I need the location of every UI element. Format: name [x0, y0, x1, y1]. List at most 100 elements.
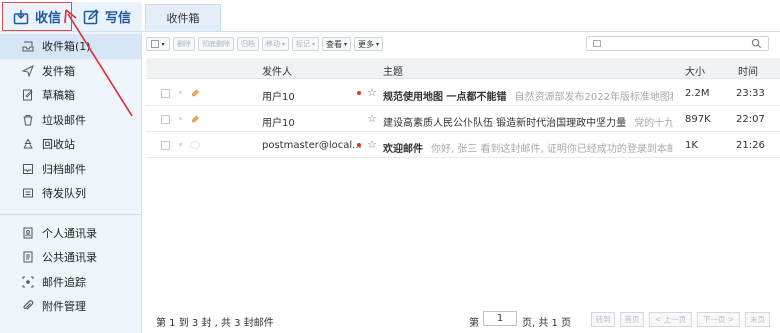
more-label: 更多	[358, 39, 375, 49]
sidebar-item-spam[interactable]: 垃圾邮件	[0, 108, 141, 133]
row-time: 23:33	[736, 88, 765, 99]
move-dropdown[interactable]: 移动 ▾	[262, 37, 290, 51]
sidebar-item-public-contacts[interactable]: 公共通讯录	[0, 245, 141, 270]
flag-icon[interactable]	[179, 91, 182, 94]
compose-label: 写信	[104, 11, 131, 26]
sidebar-item-label: 邮件追踪	[42, 275, 86, 289]
star-icon[interactable]: ☆	[367, 138, 377, 151]
first-page-button[interactable]: 首页	[620, 312, 644, 327]
download-icon	[13, 9, 29, 24]
draft-icon	[21, 88, 35, 102]
row-subject-title: 欢迎邮件	[383, 144, 423, 155]
no-attachment-icon	[190, 141, 200, 149]
sidebar-item-label: 归档邮件	[42, 162, 86, 176]
row-subject: 规范使用地图 一点都不能错自然资源部发布2022年版标准地图和参...	[383, 88, 673, 103]
mail-table-header: 发件人 主题 大小 时间	[146, 58, 780, 79]
page-number-input[interactable]: 1	[483, 311, 517, 326]
archive-button[interactable]: 归档	[237, 37, 259, 51]
star-icon[interactable]: ☆	[367, 86, 377, 99]
sidebar-item-label: 附件管理	[42, 300, 86, 314]
page-prefix: 第	[469, 318, 479, 329]
attachment-icon	[192, 115, 200, 123]
row-subject: 建设高素质人民公仆队伍 锻造新时代治国理政中坚力量党的十九大...	[383, 114, 673, 129]
sender-column-header[interactable]: 发件人	[262, 63, 292, 78]
receive-label: 收信	[34, 11, 61, 26]
sidebar-item-label: 收件箱(1)	[42, 40, 91, 54]
sidebar-item-recycle[interactable]: 回收站	[0, 132, 141, 157]
permanent-delete-button[interactable]: 彻底删除	[198, 37, 234, 51]
sidebar-item-label: 回收站	[42, 138, 75, 152]
receive-mail-button[interactable]: 收信	[2, 2, 72, 31]
search-type-icon	[593, 40, 601, 47]
sidebar-item-inbox[interactable]: 收件箱(1)	[0, 34, 141, 59]
tab-inbox-label: 收件箱	[166, 12, 200, 25]
tab-inbox[interactable]: 收件箱	[145, 4, 221, 31]
time-column-header[interactable]: 时间	[738, 63, 758, 78]
sidebar-item-personal-contacts[interactable]: 个人通讯录	[0, 221, 141, 246]
row-preview: 党的十九大...	[634, 118, 673, 129]
sidebar-item-archive[interactable]: 归档邮件	[0, 157, 141, 182]
star-icon[interactable]: ☆	[367, 112, 377, 125]
unread-dot	[357, 91, 361, 95]
sidebar-item-label: 个人通讯录	[42, 226, 97, 240]
sidebar-item-attachments[interactable]: 附件管理	[0, 294, 141, 319]
sidebar: 收件箱(1) 发件箱 草稿箱 垃圾邮件 回收站 归档邮件 待发队列 个人通讯录 …	[0, 32, 142, 333]
sidebar-item-label: 垃圾邮件	[42, 113, 86, 127]
flag-icon[interactable]	[179, 143, 182, 146]
sidebar-item-drafts[interactable]: 草稿箱	[0, 83, 141, 108]
row-checkbox[interactable]	[161, 89, 170, 98]
archive-icon	[21, 162, 35, 176]
go-button[interactable]: 转到	[591, 312, 615, 327]
flag-icon[interactable]	[179, 117, 182, 120]
sidebar-item-label: 待发队列	[42, 187, 86, 201]
mark-dropdown[interactable]: 标记 ▾	[292, 37, 320, 51]
prev-page-button[interactable]: < 上一页	[649, 312, 692, 327]
page-total: 页, 共 1 页	[522, 318, 572, 329]
inbox-icon	[21, 39, 35, 53]
more-dropdown[interactable]: 更多 ▾	[354, 37, 384, 51]
sidebar-item-label: 公共通讯录	[42, 251, 97, 265]
table-row[interactable]: 用户10 ☆ 规范使用地图 一点都不能错自然资源部发布2022年版标准地图和参.…	[146, 80, 780, 106]
pagination-bar: 第 1 到 3 封 , 共 3 封邮件 第 1 页, 共 1 页 转到 首页 <…	[146, 311, 780, 329]
row-preview: 自然资源部发布2022年版标准地图和参...	[514, 92, 673, 103]
edit-icon	[83, 8, 99, 24]
public-contacts-icon	[21, 250, 35, 264]
row-sender: postmaster@local...	[262, 140, 362, 151]
subject-column-header[interactable]: 主题	[383, 63, 403, 78]
compose-button[interactable]: 写信	[72, 2, 142, 31]
row-preview: 你好, 张三 看到这封邮件, 证明你已经成功的登录到本邮...	[431, 144, 673, 155]
move-label: 移动	[266, 40, 280, 48]
mark-label: 标记	[296, 40, 311, 48]
row-checkbox[interactable]	[161, 141, 170, 150]
view-label: 查看	[326, 39, 343, 49]
table-row[interactable]: 用户10 ☆ 建设高素质人民公仆队伍 锻造新时代治国理政中坚力量党的十九大...…	[146, 106, 780, 132]
size-column-header[interactable]: 大小	[685, 63, 705, 78]
table-row[interactable]: postmaster@local... ☆ 欢迎邮件 你好, 张三 看到这封邮件,…	[146, 132, 780, 158]
trash-icon	[21, 113, 35, 127]
attachment-icon	[192, 89, 200, 97]
row-time: 21:26	[736, 140, 765, 151]
mail-count-summary: 第 1 到 3 封 , 共 3 封邮件	[156, 318, 274, 329]
recycle-icon	[21, 137, 35, 151]
row-time: 22:07	[736, 114, 765, 125]
sidebar-item-queue[interactable]: 待发队列	[0, 181, 141, 206]
last-page-button[interactable]: 末页	[745, 312, 770, 327]
row-checkbox[interactable]	[161, 115, 170, 124]
search-icon[interactable]	[751, 38, 762, 49]
top-bar: 收信 写信 收件箱	[0, 0, 780, 32]
next-page-button[interactable]: 下一页 >	[697, 312, 740, 327]
sidebar-item-outbox[interactable]: 发件箱	[0, 59, 141, 84]
view-dropdown[interactable]: 查看 ▾	[322, 37, 352, 51]
search-input[interactable]	[586, 36, 769, 51]
personal-contacts-icon	[21, 226, 35, 240]
delete-button[interactable]: 删除	[173, 37, 195, 51]
row-subject-title: 规范使用地图 一点都不能错	[383, 92, 507, 103]
row-size: 897K	[685, 114, 711, 125]
row-subject-title: 建设高素质人民公仆队伍 锻造新时代治国理政中坚力量	[383, 118, 627, 129]
tracking-icon	[21, 275, 35, 289]
attachment-icon	[21, 299, 35, 313]
select-all-dropdown[interactable]: ▾	[146, 37, 170, 51]
row-sender: 用户10	[262, 118, 295, 129]
queue-icon	[21, 186, 35, 200]
sidebar-item-tracking[interactable]: 邮件追踪	[0, 270, 141, 295]
